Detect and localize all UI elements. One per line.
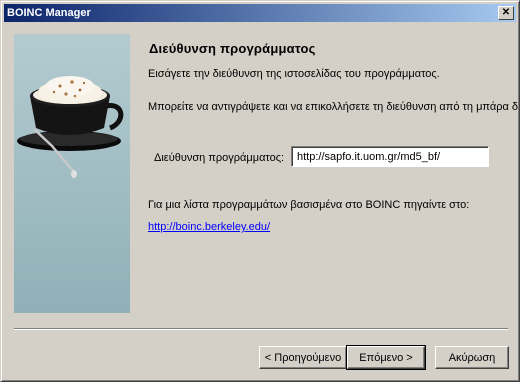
coffee-cup-icon (17, 76, 124, 178)
window-title: BOINC Manager (7, 7, 91, 19)
separator (14, 328, 508, 330)
page-description: Εισάγετε την διεύθυνση της ιστοσελίδας τ… (148, 68, 440, 80)
close-icon: ✕ (501, 7, 511, 18)
boinc-website-link[interactable]: http://boinc.berkeley.edu/ (148, 221, 270, 233)
boinc-manager-window: BOINC Manager ✕ Διεύθυνση προγράμματος Ε… (0, 0, 520, 382)
project-list-text: Για μια λίστα προγραμμάτων βασισμένα στο… (148, 199, 470, 211)
project-url-input[interactable] (291, 146, 489, 167)
close-button[interactable]: ✕ (498, 6, 514, 20)
wizard-content: Διεύθυνση προγράμματος Εισάγετε την διεύ… (148, 34, 518, 314)
next-button[interactable]: Επόμενο > (346, 345, 426, 370)
back-button[interactable]: < Προηγούμενο (259, 346, 347, 369)
wizard-side-panel (14, 34, 130, 313)
page-hint: Μπορείτε να αντιγράψετε και να επικολλήσ… (148, 101, 518, 113)
cancel-button[interactable]: Ακύρωση (435, 346, 509, 369)
page-title: Διεύθυνση προγράμματος (149, 41, 316, 56)
title-bar: BOINC Manager ✕ (4, 4, 516, 22)
url-field-label: Διεύθυνση προγράμματος: (154, 152, 285, 164)
